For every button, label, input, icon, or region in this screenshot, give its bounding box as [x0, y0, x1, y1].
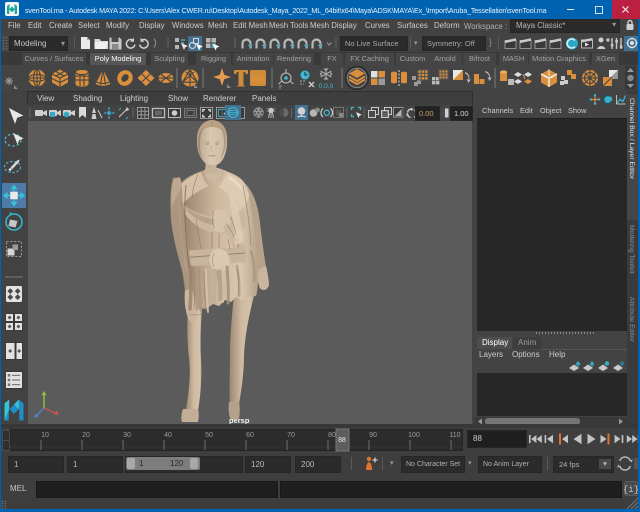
svg-text:20: 20 — [82, 432, 90, 439]
svg-text:30: 30 — [123, 432, 131, 439]
svg-text:70: 70 — [287, 432, 295, 439]
svg-text:40: 40 — [164, 432, 172, 439]
svg-text:88: 88 — [338, 437, 346, 444]
svg-text:80: 80 — [328, 432, 336, 439]
svg-text:100: 100 — [408, 432, 420, 439]
svg-text:90: 90 — [369, 432, 377, 439]
svg-text:50: 50 — [205, 432, 213, 439]
svg-text:110: 110 — [449, 432, 460, 439]
svg-text:60: 60 — [246, 432, 254, 439]
svg-text:0,0,0: 0,0,0 — [319, 83, 334, 90]
svg-text:{i}: {i} — [623, 485, 639, 495]
svg-text:10: 10 — [41, 432, 49, 439]
svg-text:svg: svg — [252, 74, 265, 83]
